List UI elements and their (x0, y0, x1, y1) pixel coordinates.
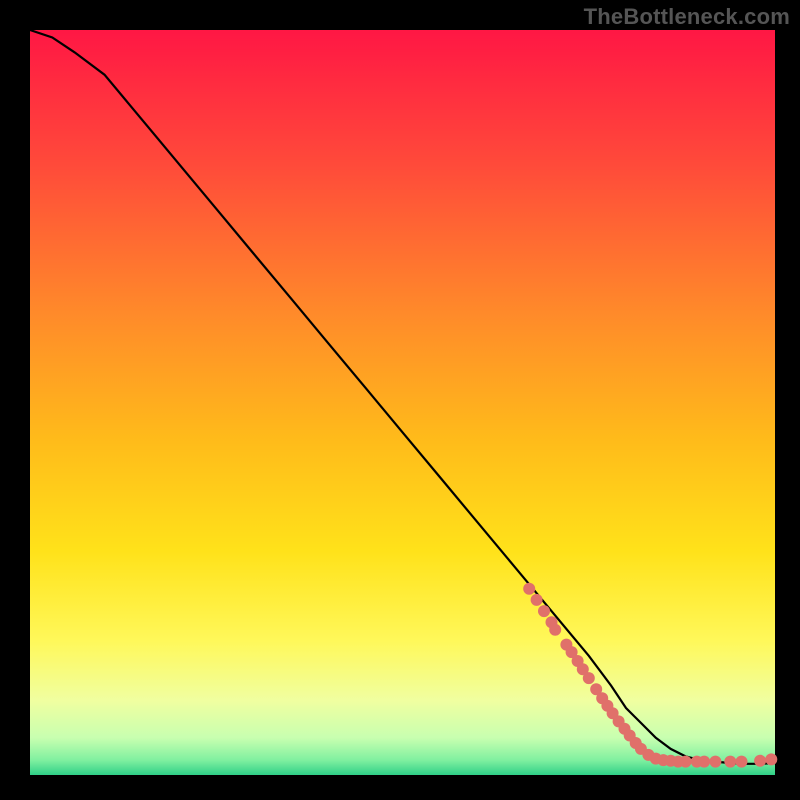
data-point-marker (709, 756, 721, 768)
data-point-markers (523, 583, 777, 768)
data-point-marker (698, 756, 710, 768)
data-point-marker (549, 624, 561, 636)
data-point-marker (736, 756, 748, 768)
chart-container: TheBottleneck.com (0, 0, 800, 800)
data-point-marker (531, 594, 543, 606)
data-point-marker (538, 605, 550, 617)
data-point-marker (765, 753, 777, 765)
bottleneck-curve-line (30, 30, 775, 764)
data-point-marker (680, 756, 692, 768)
data-point-marker (523, 583, 535, 595)
plot-area (30, 30, 775, 775)
data-point-marker (724, 756, 736, 768)
attribution-text: TheBottleneck.com (584, 4, 790, 30)
bottleneck-curve-plot (30, 30, 775, 775)
data-point-marker (754, 755, 766, 767)
data-point-marker (583, 672, 595, 684)
